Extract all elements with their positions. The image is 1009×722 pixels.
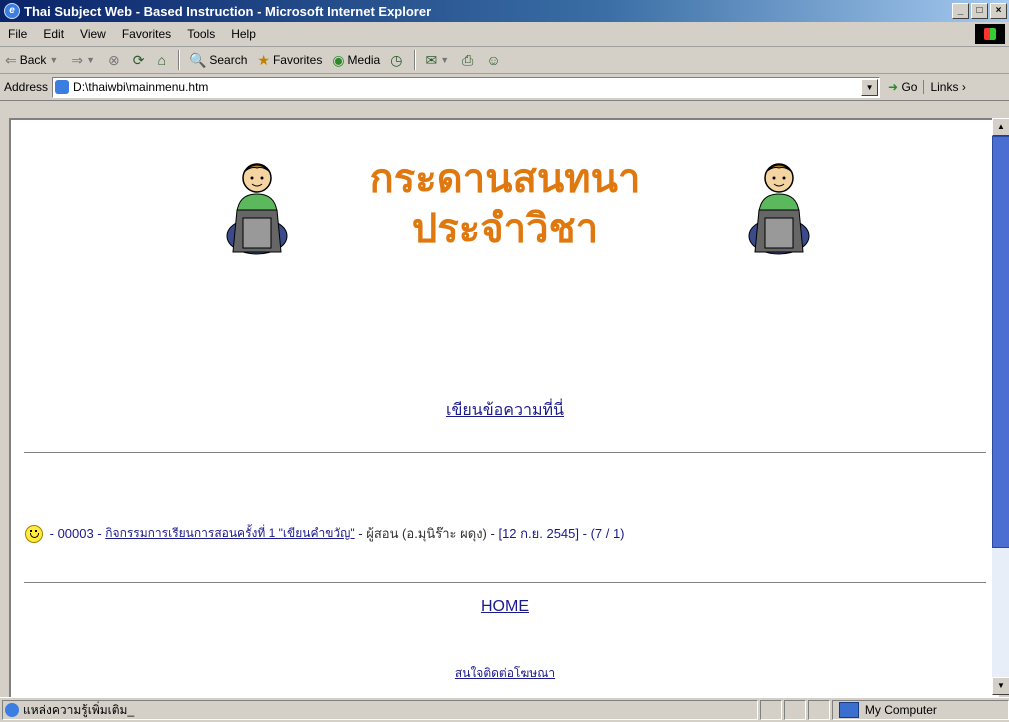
menu-view[interactable]: View: [72, 27, 114, 41]
status-pane: [760, 700, 783, 720]
status-pane: [784, 700, 806, 720]
print-button[interactable]: ⎙: [457, 52, 481, 69]
chevron-down-icon: ▼: [440, 55, 450, 65]
refresh-button[interactable]: ⟳: [128, 52, 153, 69]
post-author: ผู้สอน (อ.มุนิร๊าะ ผดุง): [366, 526, 487, 541]
post-separator: -: [486, 526, 499, 541]
write-message-row: เขียนข้อความที่นี่: [11, 398, 999, 423]
history-button[interactable]: ◷: [385, 52, 410, 69]
post-counts: (7 / 1): [590, 526, 625, 541]
search-label: Search: [209, 53, 248, 67]
status-bar: แหล่งความรู้เพิ่มเติม_ My Computer: [0, 697, 1009, 722]
advertise-link[interactable]: สนใจติดต่อโฆษณา: [455, 666, 555, 680]
title-bar: e Thai Subject Web - Based Instruction -…: [0, 0, 1009, 22]
menu-edit[interactable]: Edit: [35, 27, 72, 41]
chevron-down-icon: ▼: [49, 55, 59, 65]
post-item: - 00003 - กิจกรรมการเรียนการสอนครั้งที่ …: [25, 523, 625, 544]
close-button[interactable]: ×: [990, 3, 1007, 19]
favorites-label: Favorites: [272, 53, 323, 67]
refresh-icon: ⟳: [132, 51, 145, 68]
go-arrow-icon: ➜: [888, 80, 899, 94]
address-dropdown-button[interactable]: ▼: [861, 78, 879, 96]
menu-favorites[interactable]: Favorites: [114, 27, 179, 41]
address-label: Address: [4, 80, 49, 94]
messenger-icon: ☺: [486, 52, 501, 68]
post-separator: -: [93, 526, 106, 541]
ie-page-icon: [5, 703, 19, 717]
post-separator: -: [46, 526, 58, 541]
page-title-line2: ประจำวิชา: [411, 206, 599, 252]
ads-row: สนใจติดต่อโฆษณา: [11, 664, 999, 683]
search-button[interactable]: 🔍 Search: [184, 52, 252, 69]
menu-bar: File Edit View Favorites Tools Help: [0, 22, 1009, 47]
home-icon: ⌂: [157, 52, 166, 68]
go-button[interactable]: ➜ Go: [880, 80, 923, 94]
back-button[interactable]: ⇐ Back ▼: [0, 52, 66, 69]
back-arrow-icon: ⇐: [5, 51, 17, 68]
mail-icon: ✉: [425, 51, 438, 68]
media-button[interactable]: ◉ Media: [327, 52, 385, 69]
ie-icon: e: [4, 3, 20, 19]
links-button[interactable]: Links ›: [923, 80, 966, 94]
history-icon: ◷: [390, 51, 403, 68]
status-text: แหล่งความรู้เพิ่มเติม_: [23, 702, 135, 717]
chevron-down-icon: ▼: [86, 55, 95, 65]
media-label: Media: [347, 53, 381, 67]
messenger-button[interactable]: ☺: [481, 52, 508, 68]
post-id: 00003: [57, 526, 94, 541]
print-icon: ⎙: [462, 51, 474, 68]
search-icon: 🔍: [188, 51, 207, 68]
minimize-button[interactable]: _: [952, 3, 969, 19]
post-date: [12 ก.ย. 2545]: [498, 526, 579, 541]
favorites-icon: ★: [257, 51, 270, 68]
menu-tools[interactable]: Tools: [179, 27, 223, 41]
stop-icon: ⊗: [108, 51, 120, 68]
go-label: Go: [901, 80, 918, 94]
status-pane: [807, 700, 830, 720]
address-bar: Address D:\thaiwbi\mainmenu.htm ▼ ➜ Go L…: [0, 74, 1009, 101]
post-separator: -: [579, 526, 591, 541]
window-title: Thai Subject Web - Based Instruction - M…: [24, 3, 432, 19]
menu-file[interactable]: File: [0, 27, 35, 41]
back-label: Back: [19, 53, 47, 67]
favorites-button[interactable]: ★ Favorites: [252, 52, 327, 69]
page-content: กระดานสนทนา ประจำวิชา เขียนข้อความที่นี่…: [9, 118, 999, 697]
home-link[interactable]: HOME: [481, 598, 529, 615]
media-icon: ◉: [332, 51, 345, 68]
page-title-line1: กระดานสนทนา: [369, 156, 641, 202]
chevron-right-icon: ›: [961, 80, 966, 94]
window-controls: _ □ ×: [952, 3, 1007, 19]
address-input[interactable]: D:\thaiwbi\mainmenu.htm ▼: [52, 76, 881, 98]
write-message-link[interactable]: เขียนข้อความที่นี่: [446, 402, 564, 419]
security-zone: My Computer: [831, 700, 1009, 720]
divider: [24, 452, 986, 454]
post-title-link[interactable]: กิจกรรมการเรียนการสอนครั้งที่ 1 "เขียนคำ…: [105, 524, 354, 543]
forward-button[interactable]: ⇒ ▼: [66, 52, 103, 69]
toolbar-separator: [177, 50, 180, 70]
stop-button[interactable]: ⊗: [103, 52, 128, 69]
standard-toolbar: ⇐ Back ▼ ⇒ ▼ ⊗ ⟳ ⌂ 🔍 Search ★ Favorites …: [0, 47, 1009, 74]
scroll-down-button[interactable]: ▼: [992, 677, 1009, 695]
address-url: D:\thaiwbi\mainmenu.htm: [73, 80, 209, 94]
windows-logo-icon: [975, 24, 1005, 44]
smiley-icon: [25, 524, 43, 543]
zone-label: My Computer: [864, 703, 937, 717]
computer-user-icon: [748, 163, 810, 255]
forward-arrow-icon: ⇒: [71, 51, 84, 68]
menu-help[interactable]: Help: [223, 27, 264, 41]
mail-button[interactable]: ✉ ▼: [420, 52, 457, 69]
post-separator: -: [354, 526, 367, 541]
home-button[interactable]: ⌂: [152, 52, 173, 68]
home-row: HOME: [11, 598, 999, 616]
divider: [24, 582, 986, 584]
page-icon: [55, 80, 70, 94]
scroll-up-button[interactable]: ▲: [992, 118, 1009, 136]
vertical-scrollbar[interactable]: ▲ ▼: [992, 118, 1009, 695]
toolbar-separator: [414, 50, 417, 70]
links-label: Links: [930, 80, 959, 94]
status-message: แหล่งความรู้เพิ่มเติม_: [2, 700, 759, 720]
my-computer-icon: [838, 702, 859, 718]
maximize-button[interactable]: □: [971, 3, 988, 19]
scroll-thumb[interactable]: [992, 136, 1009, 548]
